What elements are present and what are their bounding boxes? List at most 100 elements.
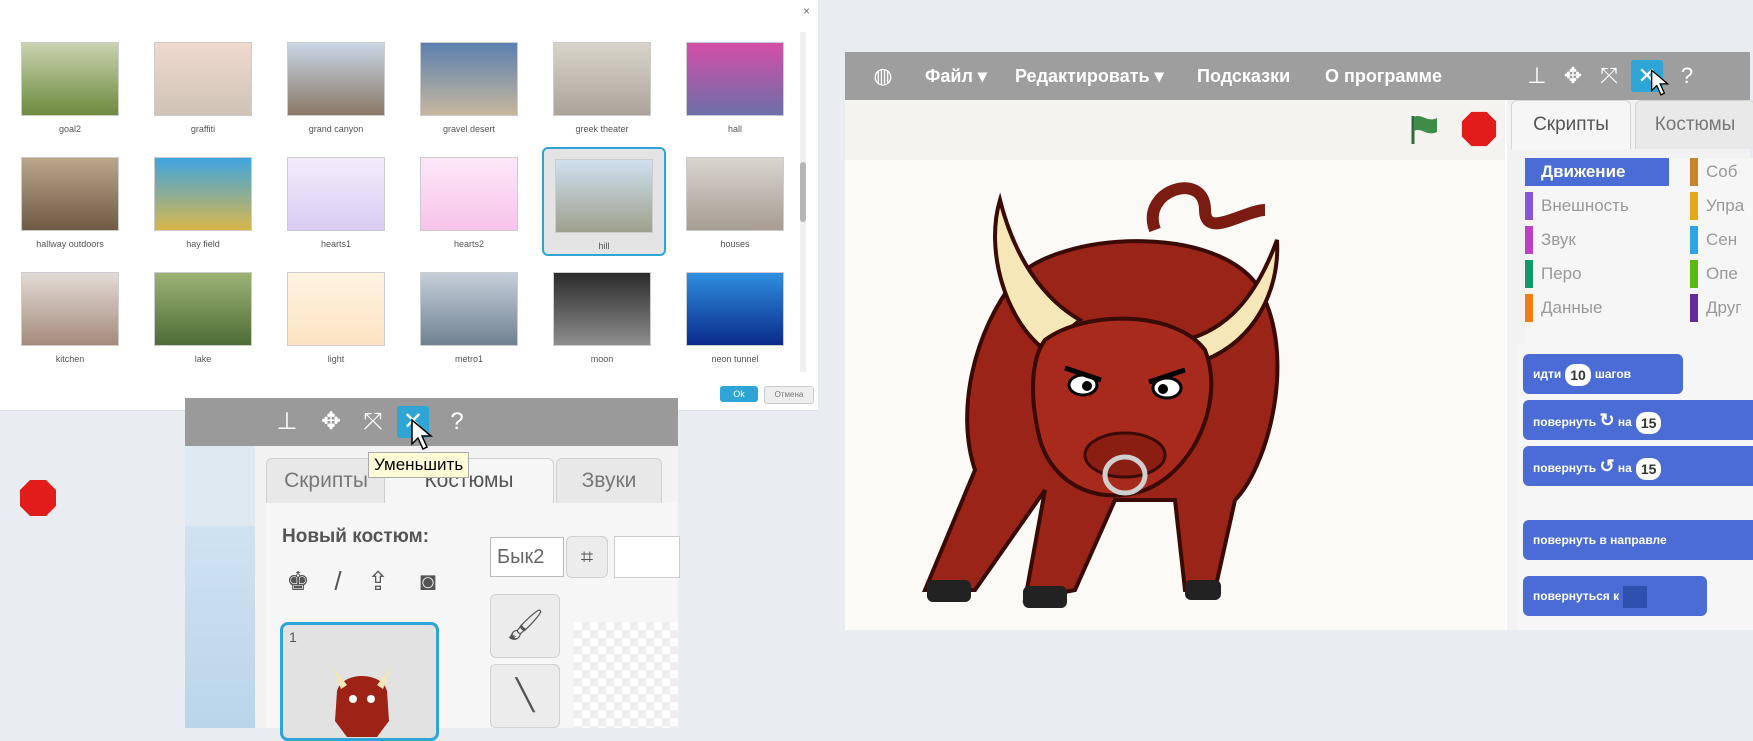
- tab-costumes[interactable]: Костюмы: [1635, 100, 1753, 149]
- backdrop-item[interactable]: goal2: [10, 32, 130, 137]
- green-flag-icon[interactable]: [1407, 112, 1441, 146]
- menu-about[interactable]: О программе: [1325, 66, 1442, 87]
- brush-tool-icon[interactable]: 🖌: [490, 594, 560, 658]
- category-label: Перо: [1541, 264, 1582, 283]
- backdrop-item[interactable]: lake: [143, 262, 263, 367]
- block-text: повернуть в направле: [1533, 533, 1667, 547]
- backdrop-item[interactable]: metro1: [409, 262, 529, 367]
- category-item[interactable]: Друг: [1690, 294, 1753, 322]
- cursor-icon: [411, 418, 434, 451]
- stop-icon[interactable]: [18, 478, 58, 518]
- backdrop-item[interactable]: hearts1: [276, 147, 396, 252]
- block-input[interactable]: 15: [1635, 457, 1662, 480]
- backdrop-name: moon: [590, 354, 614, 364]
- stamp-icon[interactable]: ⊥: [271, 406, 303, 438]
- tab-scripts[interactable]: Скрипты: [1511, 100, 1631, 149]
- category-item[interactable]: Опе: [1690, 260, 1753, 288]
- scrollbar-thumb[interactable]: [800, 162, 806, 222]
- grow-icon[interactable]: ✥: [315, 406, 347, 438]
- category-item[interactable]: Движение: [1525, 158, 1669, 186]
- category-color-bar: [1525, 226, 1533, 254]
- category-color-bar: [1690, 226, 1698, 254]
- backdrop-thumbnail: [21, 157, 119, 231]
- backdrop-item[interactable]: hay field: [143, 147, 263, 252]
- paint-canvas[interactable]: [574, 622, 678, 728]
- dropdown[interactable]: [1623, 585, 1648, 608]
- backdrop-thumbnail: [420, 272, 518, 346]
- cancel-button[interactable]: Отмена: [764, 386, 814, 404]
- menu-bar: ◍ Файл ▾ Редактировать ▾ Подсказки О про…: [845, 52, 1750, 100]
- camera-icon[interactable]: ◙: [413, 566, 443, 596]
- block-point-towards[interactable]: повернуться к: [1523, 576, 1707, 616]
- backdrop-item[interactable]: gravel desert: [409, 32, 529, 137]
- category-item[interactable]: Данные: [1525, 294, 1669, 322]
- category-item[interactable]: Сен: [1690, 226, 1753, 254]
- menu-edit[interactable]: Редактировать ▾: [1015, 66, 1164, 87]
- globe-icon[interactable]: ◍: [867, 60, 899, 92]
- backdrop-thumbnail: [287, 42, 385, 116]
- stage[interactable]: [845, 160, 1505, 630]
- category-color-bar: [1690, 192, 1698, 220]
- category-color-bar: [1690, 260, 1698, 288]
- help-icon[interactable]: ?: [441, 406, 473, 438]
- backdrop-item[interactable]: graffiti: [143, 32, 263, 137]
- category-color-bar: [1690, 158, 1698, 186]
- backdrop-item[interactable]: houses: [675, 147, 795, 252]
- category-color-bar: [1525, 192, 1533, 220]
- block-turn-left[interactable]: повернуть ↺ на 15: [1523, 446, 1753, 486]
- costume-name-field[interactable]: Бык2: [490, 537, 564, 577]
- help-icon[interactable]: ?: [1671, 60, 1703, 92]
- bull-sprite[interactable]: [905, 170, 1345, 620]
- backdrop-item[interactable]: grand canyon: [276, 32, 396, 137]
- backdrop-item[interactable]: hall: [675, 32, 795, 137]
- crop-icon[interactable]: ⌗: [566, 536, 608, 578]
- block-point-direction[interactable]: повернуть в направле: [1523, 520, 1753, 560]
- backdrop-thumbnail: [21, 272, 119, 346]
- ok-button[interactable]: Ok: [720, 386, 758, 402]
- category-item[interactable]: Соб: [1690, 158, 1753, 186]
- grow-icon[interactable]: ✥: [1557, 60, 1589, 92]
- backdrop-thumbnail: [154, 157, 252, 231]
- backdrop-name: hill: [598, 241, 610, 251]
- tab-sounds[interactable]: Звуки: [556, 458, 662, 503]
- backdrop-item[interactable]: moon: [542, 262, 662, 367]
- backdrop-item[interactable]: kitchen: [10, 262, 130, 367]
- fullscreen-icon[interactable]: ⤧: [1593, 60, 1625, 92]
- category-item[interactable]: Внешность: [1525, 192, 1669, 220]
- line-tool-icon[interactable]: ╲: [490, 664, 560, 728]
- backdrop-thumbnail: [553, 272, 651, 346]
- paint-brush-icon[interactable]: /: [323, 566, 353, 596]
- backdrop-item[interactable]: hill: [542, 147, 666, 256]
- category-item[interactable]: Перо: [1525, 260, 1669, 288]
- menu-file[interactable]: Файл ▾: [925, 66, 987, 87]
- category-color-bar: [1690, 294, 1698, 322]
- category-item[interactable]: Звук: [1525, 226, 1669, 254]
- backdrop-item[interactable]: hallway outdoors: [10, 147, 130, 252]
- backdrop-thumbnail: [154, 272, 252, 346]
- block-turn-right[interactable]: повернуть ↻ на 15: [1523, 400, 1753, 440]
- stop-icon[interactable]: [1460, 110, 1498, 148]
- backdrop-name: gravel desert: [442, 124, 496, 134]
- upload-icon[interactable]: ⇪: [363, 566, 393, 596]
- fullscreen-icon[interactable]: ⤧: [357, 406, 389, 438]
- backdrop-name: houses: [720, 239, 750, 249]
- backdrop-item[interactable]: neon tunnel: [675, 262, 795, 367]
- category-color-bar: [1525, 260, 1533, 288]
- backdrop-item[interactable]: hearts2: [409, 147, 529, 252]
- block-text: повернуть: [1533, 461, 1597, 475]
- backdrop-name: hearts2: [453, 239, 485, 249]
- library-scrollbar[interactable]: [800, 32, 806, 372]
- backdrop-item[interactable]: greek theater: [542, 32, 662, 137]
- paint-sprite-icon[interactable]: ♚: [283, 566, 313, 596]
- block-input[interactable]: 15: [1635, 411, 1662, 434]
- block-move[interactable]: идти 10 шагов: [1523, 354, 1683, 394]
- stamp-icon[interactable]: ⊥: [1521, 60, 1553, 92]
- flip-buttons[interactable]: [614, 536, 680, 578]
- close-icon[interactable]: ×: [803, 4, 810, 18]
- category-item[interactable]: Упра: [1690, 192, 1753, 220]
- costume-thumbnail[interactable]: 1: [280, 622, 439, 741]
- block-input[interactable]: 10: [1565, 363, 1591, 386]
- backdrop-item[interactable]: light: [276, 262, 396, 367]
- turn-left-icon: ↺: [1599, 456, 1615, 476]
- menu-tips[interactable]: Подсказки: [1197, 66, 1290, 87]
